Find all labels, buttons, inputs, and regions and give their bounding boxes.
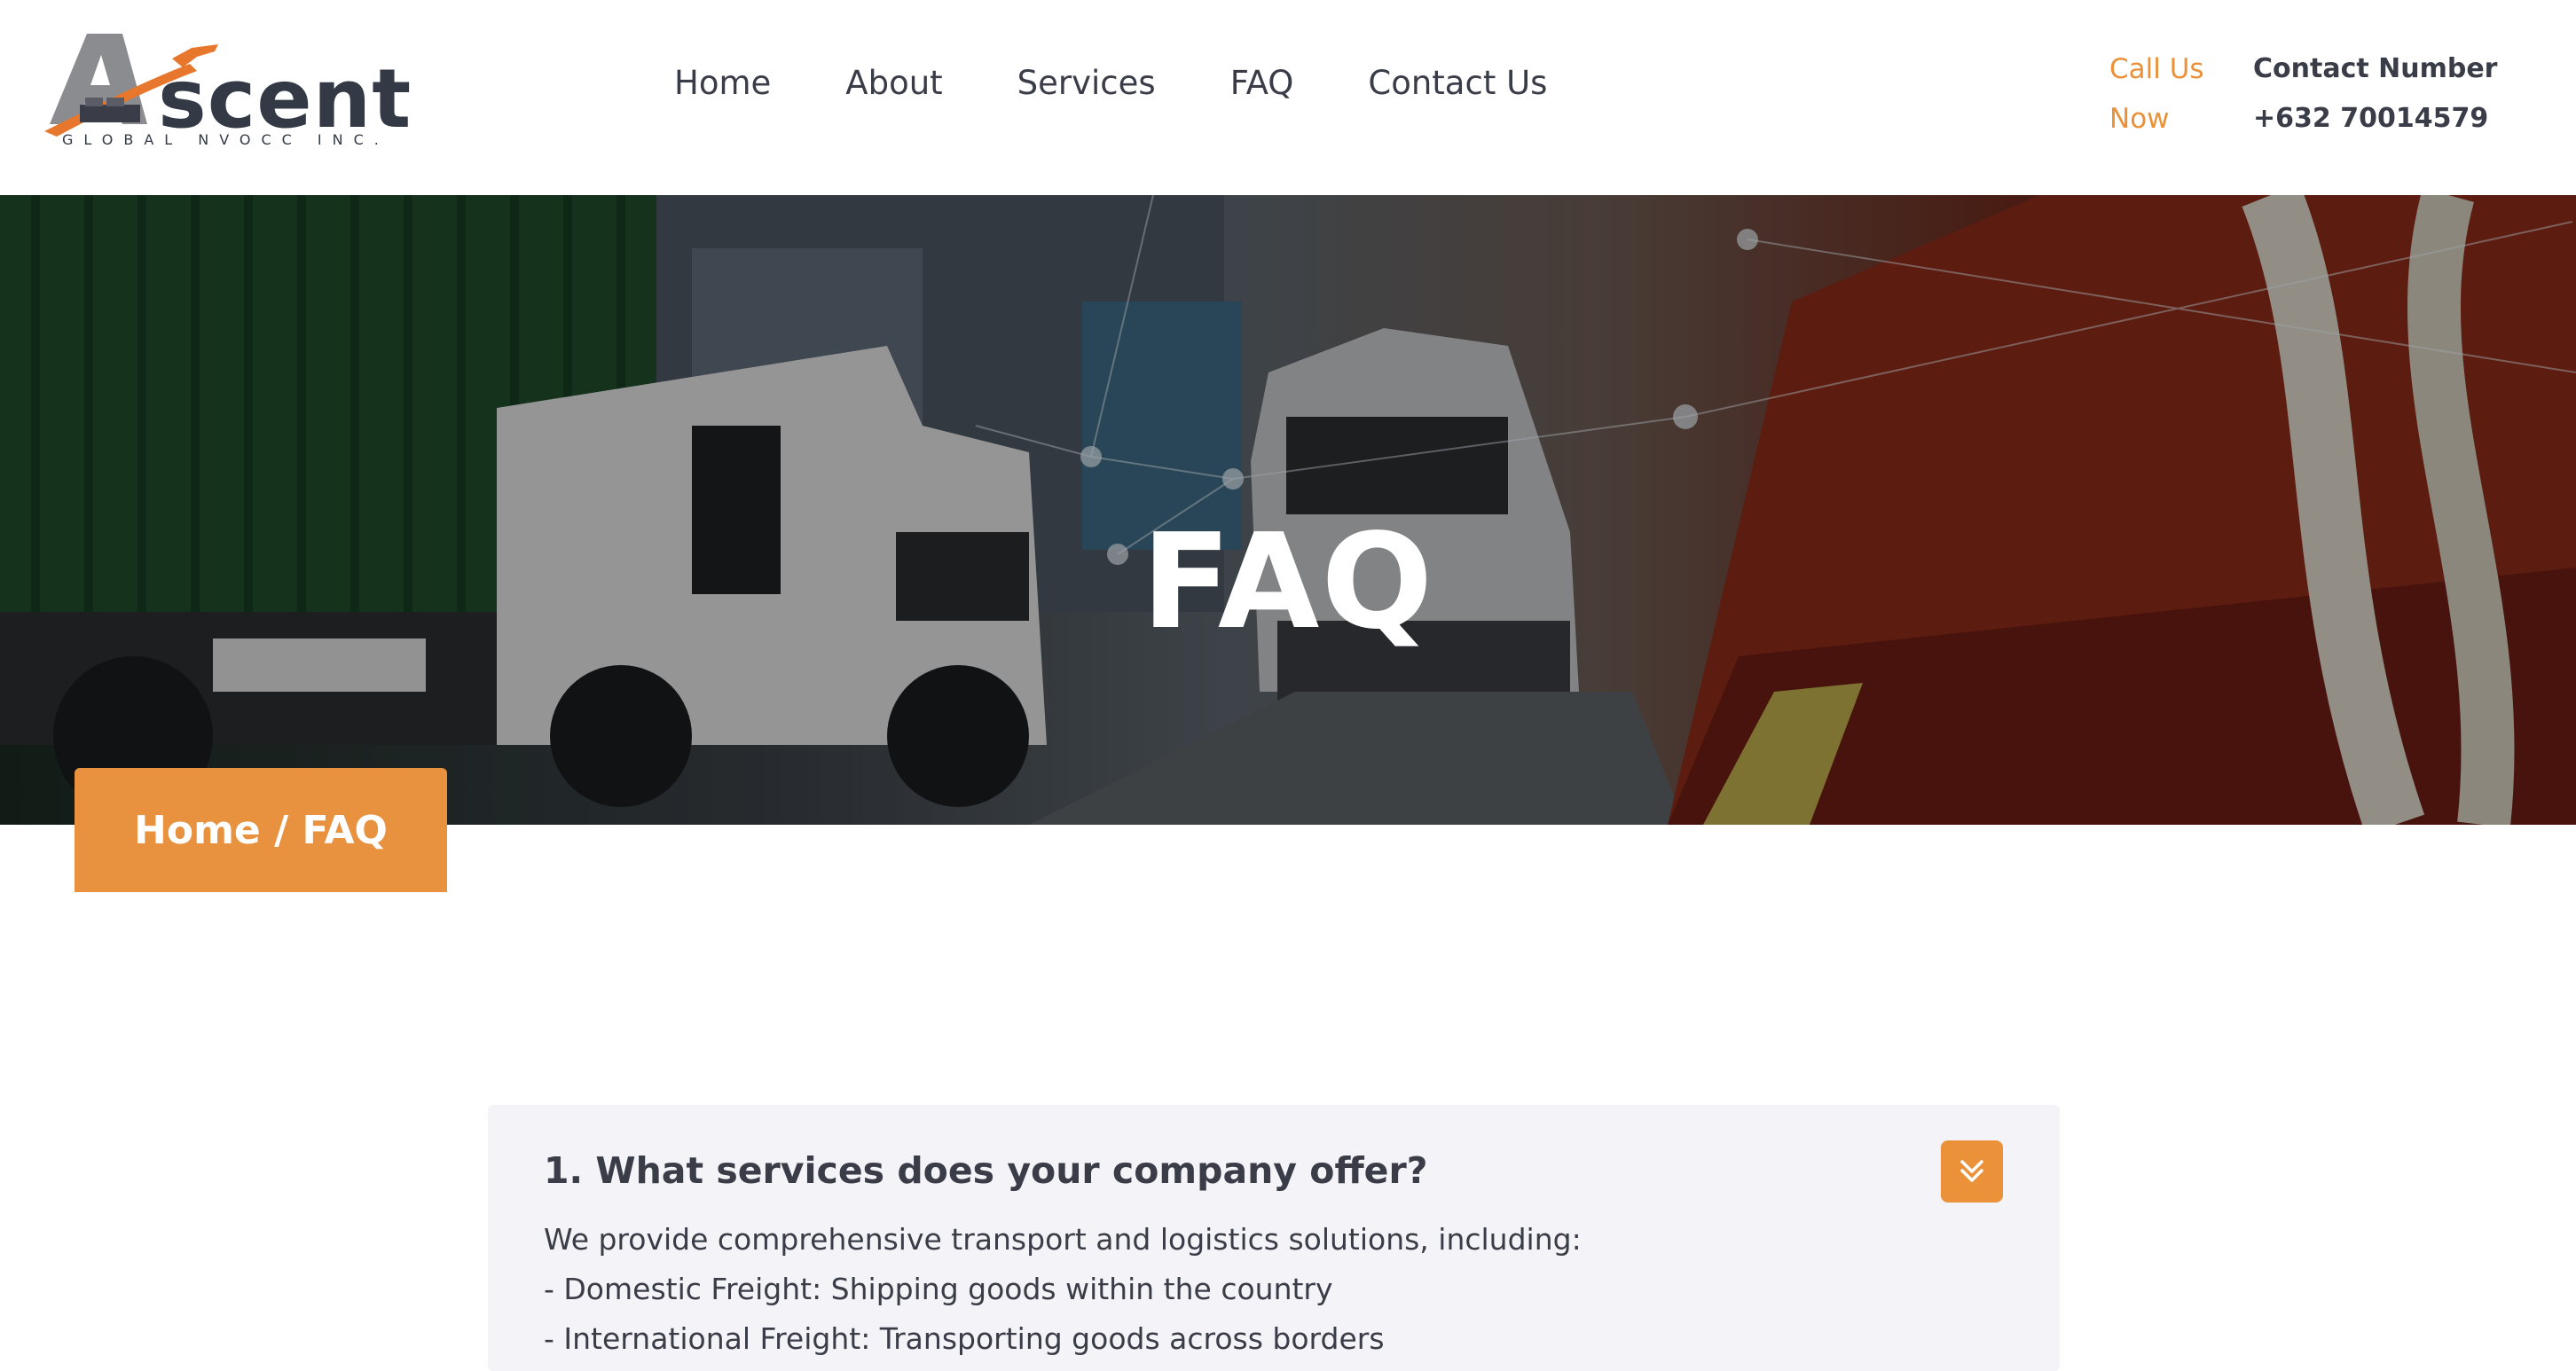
faq-answer-intro: We provide comprehensive transport and l… [544, 1222, 1582, 1257]
faq-answer-item: - International Freight: Transporting go… [544, 1321, 1385, 1356]
contact-label: Contact Number [2253, 53, 2498, 84]
faq-toggle-button[interactable] [1941, 1140, 2003, 1203]
faq-item: 1. What services does your company offer… [488, 1105, 2060, 1371]
nav-contact-us[interactable]: Contact Us [1368, 64, 1547, 102]
site-header: scent GLOBAL NVOCC INC. Home About Servi… [0, 0, 2576, 195]
hero-banner: FAQ [0, 195, 2576, 825]
nav-about[interactable]: About [845, 64, 942, 102]
call-us-now[interactable]: Call Us Now [2109, 44, 2234, 144]
faq-answer-item: - Domestic Freight: Shipping goods withi… [544, 1272, 1333, 1306]
ascent-logo[interactable]: scent GLOBAL NVOCC INC. [41, 27, 411, 151]
logo-tagline: GLOBAL NVOCC INC. [62, 131, 389, 148]
breadcrumb[interactable]: Home / FAQ [75, 768, 447, 892]
logo-wordmark: scent [158, 51, 412, 146]
double-chevron-down-icon [1960, 1160, 1983, 1182]
contact-number[interactable]: +632 70014579 [2253, 94, 2497, 144]
main-nav: Home About Services FAQ Contact Us [674, 64, 1547, 102]
nav-home[interactable]: Home [674, 64, 771, 102]
nav-faq[interactable]: FAQ [1230, 64, 1294, 102]
contact-block: Contact Number +632 70014579 [2253, 44, 2497, 144]
faq-question[interactable]: 1. What services does your company offer… [544, 1149, 1428, 1192]
page-title: FAQ [1141, 505, 1435, 658]
faq-answer: We provide comprehensive transport and l… [544, 1215, 1999, 1364]
nav-services[interactable]: Services [1017, 64, 1156, 102]
